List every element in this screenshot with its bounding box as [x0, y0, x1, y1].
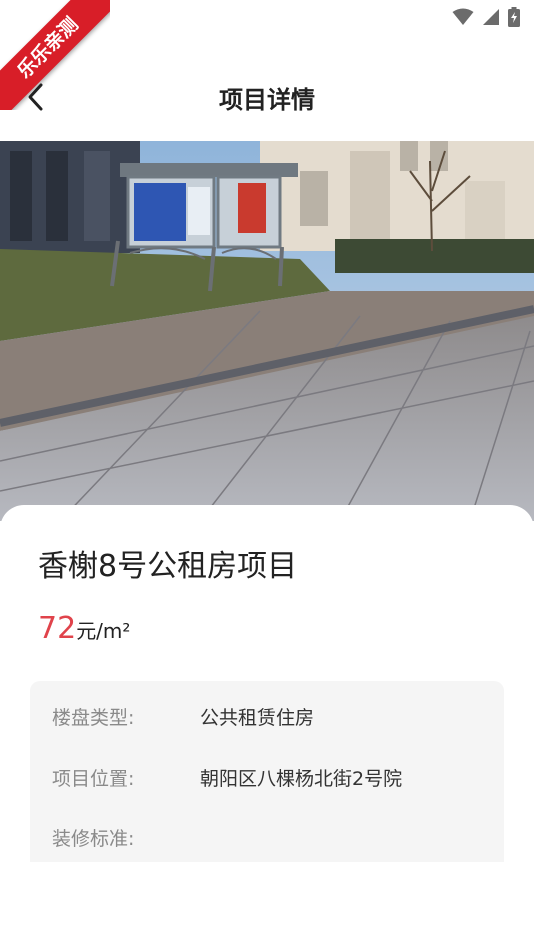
- info-label: 楼盘类型:: [52, 707, 135, 729]
- project-photo-image: [0, 141, 534, 521]
- nav-bar: 项目详情: [0, 68, 534, 128]
- project-name: 香榭8号公租房项目: [38, 549, 298, 584]
- info-value: 朝阳区八棵杨北街2号院: [200, 768, 403, 790]
- price-value: 72: [38, 611, 77, 646]
- info-value: 公共租赁住房: [200, 707, 315, 729]
- project-photo: [0, 141, 534, 521]
- page-title: 项目详情: [219, 86, 315, 114]
- price-unit: 元/m²: [76, 619, 131, 643]
- battery-charging-icon: [508, 7, 520, 27]
- info-label: 项目位置:: [52, 768, 135, 790]
- project-card: 香榭8号公租房项目 72元/m² 楼盘类型: 公共租赁住房 项目位置: 朝阳区八…: [0, 505, 534, 951]
- project-info-box: 楼盘类型: 公共租赁住房 项目位置: 朝阳区八棵杨北街2号院 装修标准:: [30, 681, 504, 862]
- project-price: 72元/m²: [38, 611, 130, 646]
- wifi-icon: [452, 8, 474, 25]
- signal-icon: [483, 9, 499, 25]
- status-icons: [452, 7, 520, 27]
- info-label: 装修标准:: [52, 828, 135, 850]
